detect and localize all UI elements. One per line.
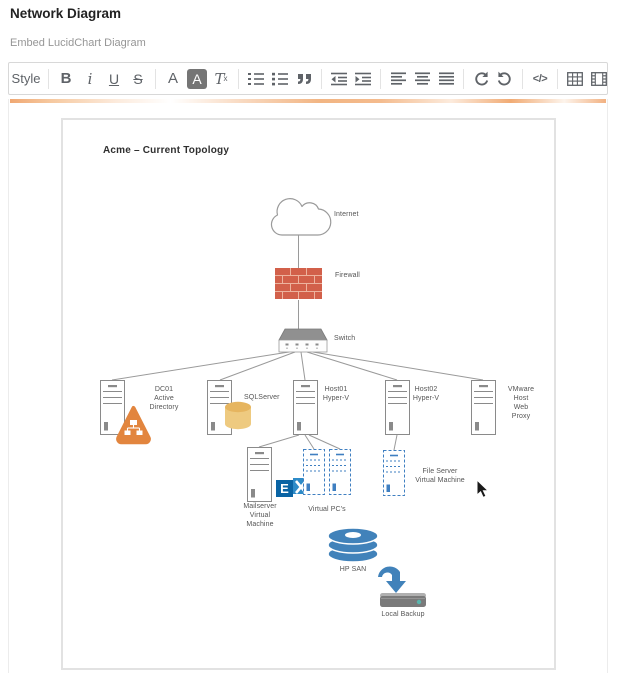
align-left-button[interactable] — [386, 67, 410, 91]
quote-icon — [297, 73, 311, 84]
mouse-cursor — [476, 478, 490, 499]
toolbar-divider — [557, 68, 558, 89]
toolbar-divider — [238, 68, 239, 89]
redo-button[interactable] — [493, 67, 517, 91]
indent-icon — [355, 72, 371, 85]
editor-page: Network Diagram Embed LucidChart Diagram… — [0, 0, 617, 673]
server-host01-icon — [293, 380, 318, 435]
node-label-hp-san: HP SAN — [339, 566, 367, 573]
strikethrough-button[interactable]: S — [126, 67, 150, 91]
underline-button[interactable]: U — [102, 67, 126, 91]
node-label-vmware: VMware Host Web Proxy — [507, 386, 535, 421]
align-center-button[interactable] — [410, 67, 434, 91]
node-label-local-backup: Local Backup — [381, 611, 425, 618]
node-label-sqlserver: SQLServer — [244, 394, 280, 401]
server-mailserver-icon — [247, 447, 272, 502]
bullet-list-icon — [272, 72, 288, 85]
node-label-switch: Switch — [334, 335, 356, 342]
toolbar-divider — [522, 68, 523, 89]
node-label-fileserver: File Server Virtual Machine — [415, 468, 465, 485]
align-justify-button[interactable] — [434, 67, 458, 91]
bold-button[interactable]: B — [54, 67, 78, 91]
toolbar-divider — [48, 68, 49, 89]
rich-text-toolbar: Style B i U S A A Tx </> — [8, 62, 608, 95]
background-color-button[interactable]: A — [185, 67, 209, 91]
toolbar-divider — [463, 68, 464, 89]
italic-button[interactable]: i — [78, 67, 102, 91]
insert-video-button[interactable] — [587, 67, 611, 91]
background-color-swatch: A — [187, 68, 207, 89]
page-title: Network Diagram — [10, 6, 122, 21]
virtual-pc1-icon — [302, 448, 326, 496]
bullet-list-button[interactable] — [268, 67, 292, 91]
blockquote-button[interactable] — [292, 67, 316, 91]
toolbar-divider — [321, 68, 322, 89]
align-center-icon — [414, 72, 430, 85]
toolbar-divider — [380, 68, 381, 89]
database-cylinder-icon — [225, 401, 251, 430]
style-dropdown-label: Style — [11, 71, 41, 86]
code-view-button[interactable]: </> — [528, 67, 552, 91]
backup-arrow-icon — [378, 566, 406, 593]
redo-icon — [497, 71, 511, 86]
node-label-firewall: Firewall — [335, 272, 360, 279]
ordered-list-icon — [248, 72, 264, 85]
undo-button[interactable] — [469, 67, 493, 91]
embedded-diagram[interactable]: Acme – Current Topology E Internet Firew… — [61, 118, 556, 670]
outdent-button[interactable] — [327, 67, 351, 91]
node-label-host02: Host02 Hyper-V — [412, 386, 440, 403]
switch-icon — [278, 328, 328, 353]
video-icon — [591, 71, 607, 86]
firewall-icon — [275, 268, 322, 299]
insert-table-button[interactable] — [563, 67, 587, 91]
server-dc01-icon — [100, 380, 125, 435]
align-left-icon — [390, 72, 406, 85]
ordered-list-button[interactable] — [244, 67, 268, 91]
field-label: Embed LucidChart Diagram — [10, 37, 146, 49]
toolbar-divider — [155, 68, 156, 89]
node-label-mailserver: Mailserver Virtual Machine — [243, 503, 277, 529]
node-label-host01: Host01 Hyper-V — [322, 386, 350, 403]
selection-highlight-bar — [10, 99, 606, 103]
style-dropdown[interactable]: Style — [11, 67, 43, 91]
server-host02-icon — [385, 380, 410, 435]
server-vmware-icon — [471, 380, 496, 435]
node-label-dc01: DC01 Active Directory — [149, 386, 179, 412]
exchange-letter: E — [280, 481, 289, 496]
diagram-canvas: E — [100, 198, 496, 607]
table-icon — [567, 71, 583, 86]
backup-drive-icon — [380, 593, 426, 607]
clear-formatting-x: x — [223, 74, 228, 83]
virtual-pc2-icon — [328, 448, 352, 496]
editor-content[interactable]: Acme – Current Topology E Internet Firew… — [8, 99, 608, 673]
internet-cloud-icon — [270, 198, 332, 236]
san-storage-icon — [327, 527, 379, 563]
outdent-icon — [331, 72, 347, 85]
font-color-button[interactable]: A — [161, 67, 185, 91]
node-label-internet: Internet — [334, 211, 359, 218]
indent-button[interactable] — [351, 67, 375, 91]
node-label-virtual-pcs: Virtual PC's — [308, 506, 346, 513]
clear-formatting-button[interactable]: Tx — [209, 67, 233, 91]
undo-icon — [475, 71, 489, 86]
fileserver-vm-icon — [382, 449, 406, 497]
align-justify-icon — [438, 72, 454, 85]
